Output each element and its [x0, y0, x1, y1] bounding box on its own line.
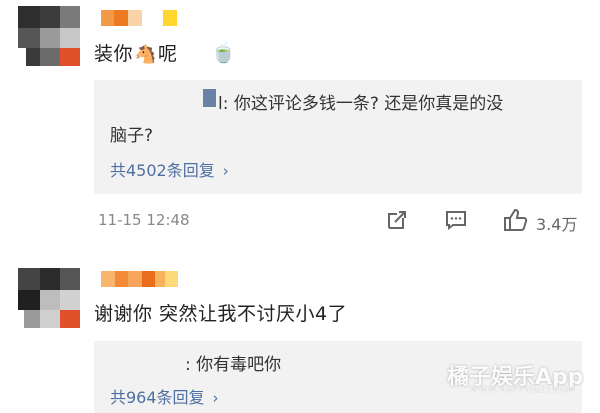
chevron-right-icon: ›	[222, 162, 229, 180]
watermark-url: WWW.HAPPYJUZI.COM	[470, 385, 576, 394]
share-icon[interactable]	[385, 208, 409, 237]
tea-emoji-icon: 🍵	[211, 40, 236, 64]
reply-author-suffix[interactable]: l:	[218, 94, 228, 114]
reply-author-suffix[interactable]: :	[185, 355, 191, 375]
reply-text-line2: 脑子?	[110, 126, 154, 146]
horse-emoji-icon: 🐴	[134, 44, 157, 65]
avatar[interactable]	[18, 268, 80, 328]
reply-text: 你有毒吧你	[196, 355, 282, 375]
reply-count-label[interactable]: 共964条回复	[110, 388, 205, 407]
timestamp: 11-15 12:48	[98, 211, 190, 229]
comment-icon[interactable]	[444, 208, 468, 237]
reply-text-line1: : 你有毒吧你	[185, 350, 281, 375]
comment-text-prefix: 装你	[94, 43, 134, 65]
view-replies-link[interactable]: 共964条回复 ›	[110, 384, 219, 408]
thumbs-up-icon[interactable]	[503, 208, 529, 237]
comment-text: 谢谢你 突然让我不讨厌小4了	[94, 303, 348, 325]
view-replies-link[interactable]: 共4502条回复 ›	[110, 157, 229, 181]
comment-text-suffix: 呢	[157, 43, 178, 65]
avatar[interactable]	[18, 6, 80, 66]
reply-author-avatar-pixelated[interactable]	[203, 89, 216, 107]
reply-text-line1: l: 你这评论多钱一条? 还是你真是的没	[218, 89, 503, 114]
like-count: 3.4万	[536, 215, 578, 234]
chevron-right-icon: ›	[212, 389, 219, 407]
reply-count-label[interactable]: 共4502条回复	[110, 161, 215, 180]
comment-text: 装你🐴呢	[94, 39, 177, 66]
reply-text: 你这评论多钱一条? 还是你真是的没	[233, 94, 504, 114]
